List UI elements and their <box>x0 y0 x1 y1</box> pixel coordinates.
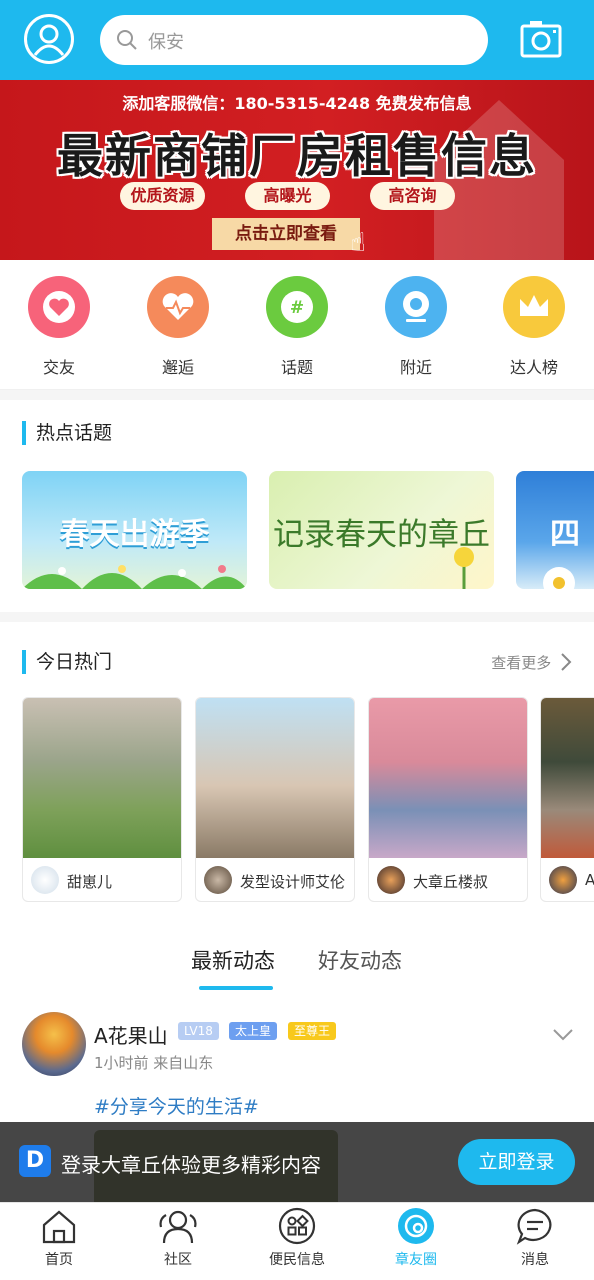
nav-zhangyou-circle[interactable]: 章友圈 <box>361 1207 471 1279</box>
grid-icon <box>278 1207 316 1245</box>
see-more-link[interactable]: 查看更多 <box>491 652 572 673</box>
category-row: 交友 邂逅 # 话题 附近 达人榜 <box>0 262 594 390</box>
category-making-friends[interactable]: 交友 <box>9 276 109 386</box>
user-photo <box>541 698 594 858</box>
category-nearby[interactable]: 附近 <box>366 276 466 386</box>
camera-button[interactable] <box>520 20 562 60</box>
hot-user-card[interactable]: 发型设计师艾伦 <box>195 697 355 902</box>
section-divider <box>0 390 594 400</box>
topic-card[interactable]: 春天出游季 <box>22 471 247 589</box>
chevron-right-icon <box>561 653 572 671</box>
banner-tag: 优质资源 <box>120 182 205 210</box>
nav-label: 社区 <box>164 1252 192 1268</box>
login-button[interactable]: 立即登录 <box>458 1139 575 1185</box>
category-label: 附近 <box>399 358 432 377</box>
user-photo <box>196 698 354 858</box>
level-badge: LV18 <box>178 1022 219 1040</box>
banner-tag: 高曝光 <box>245 182 330 210</box>
today-hot-title: 今日热门 <box>22 650 112 674</box>
topic-card[interactable]: 四 <box>516 471 594 589</box>
nav-label: 消息 <box>521 1252 549 1268</box>
hashtag-icon: # <box>266 276 328 338</box>
user-avatar <box>204 866 232 894</box>
category-label: 交友 <box>42 358 75 377</box>
category-label: 达人榜 <box>509 358 558 377</box>
login-prompt-bar: D 登录大章丘体验更多精彩内容 立即登录 <box>0 1122 594 1202</box>
post-meta: 1小时前 来自山东 <box>94 1054 214 1072</box>
community-icon <box>159 1210 197 1244</box>
crown-icon <box>503 276 565 338</box>
tab-friends[interactable]: 好友动态 <box>318 945 402 975</box>
banner-cta-button[interactable]: 点击立即查看 <box>212 218 360 250</box>
topic-card-title: 记录春天的章丘 <box>273 517 490 553</box>
home-icon <box>42 1210 76 1244</box>
user-name: 发型设计师艾伦 <box>240 873 346 891</box>
nav-community[interactable]: 社区 <box>123 1207 233 1279</box>
tab-latest[interactable]: 最新动态 <box>191 945 275 975</box>
banner-title: 最新商铺厂房租售信息 <box>57 129 537 183</box>
hot-topics-title: 热点话题 <box>22 421 112 445</box>
hot-user-card[interactable]: A <box>540 697 594 902</box>
search-bar[interactable]: 保安 <box>100 15 488 65</box>
nav-label: 章友圈 <box>395 1252 437 1268</box>
nav-messages[interactable]: 消息 <box>480 1207 590 1279</box>
title-badge: 太上皇 <box>229 1022 278 1040</box>
user-avatar <box>31 866 59 894</box>
rank-badge: 至尊王 <box>288 1022 337 1040</box>
topic-card-title: 四 <box>550 517 580 552</box>
banner-contact-line: 添加客服微信：180-5315-4248 免费发布信息 <box>122 94 472 113</box>
promo-banner[interactable]: 添加客服微信：180-5315-4248 免费发布信息 最新商铺厂房租售信息 优… <box>0 80 594 260</box>
app-logo: D <box>19 1145 51 1177</box>
search-icon <box>117 30 137 50</box>
svg-text:#: # <box>290 298 304 318</box>
category-topics[interactable]: # 话题 <box>247 276 347 386</box>
circle-icon <box>398 1208 434 1244</box>
user-avatar <box>377 866 405 894</box>
topic-card[interactable]: 记录春天的章丘 <box>269 471 494 589</box>
banner-tags: 优质资源 高曝光 高咨询 <box>120 182 460 212</box>
hand-pointer-icon: ☝ <box>350 228 366 258</box>
top-header: 保安 <box>0 0 594 80</box>
user-name: 大章丘楼叔 <box>413 873 489 891</box>
user-icon <box>33 24 65 56</box>
user-avatar-button[interactable] <box>24 14 74 64</box>
user-name: A <box>585 871 594 889</box>
category-label: 话题 <box>280 358 313 377</box>
post-author-name[interactable]: A花果山 <box>94 1020 168 1049</box>
user-photo <box>23 698 181 858</box>
flowers-decoration <box>22 565 247 589</box>
nav-label: 便民信息 <box>269 1252 325 1268</box>
camera-icon <box>520 21 562 58</box>
bottom-nav: 首页 社区 便民信息 章友圈 消息 <box>0 1202 594 1280</box>
message-icon <box>516 1208 552 1245</box>
post-hashtag[interactable]: #分享今天的生活# <box>94 1092 259 1119</box>
heartbeat-icon <box>147 276 209 338</box>
user-avatar <box>549 866 577 894</box>
topic-card-title: 春天出游季 <box>59 517 210 552</box>
login-prompt-text: 登录大章丘体验更多精彩内容 <box>61 1153 321 1177</box>
section-divider <box>0 612 594 622</box>
user-name: 甜崽儿 <box>67 873 113 891</box>
category-encounter[interactable]: 邂逅 <box>128 276 228 386</box>
daisy-decoration <box>543 567 575 589</box>
nav-label: 首页 <box>45 1252 73 1268</box>
banner-tag: 高咨询 <box>370 182 455 210</box>
category-label: 邂逅 <box>161 358 194 377</box>
nav-services[interactable]: 便民信息 <box>242 1207 352 1279</box>
search-placeholder: 保安 <box>148 32 184 53</box>
heart-icon <box>28 276 90 338</box>
category-leaderboard[interactable]: 达人榜 <box>484 276 584 386</box>
location-icon <box>385 276 447 338</box>
nav-home[interactable]: 首页 <box>4 1207 114 1279</box>
post-author-avatar[interactable] <box>22 1012 86 1076</box>
active-tab-indicator <box>199 986 273 990</box>
hot-user-card[interactable]: 甜崽儿 <box>22 697 182 902</box>
user-photo <box>369 698 527 858</box>
see-more-label: 查看更多 <box>491 654 552 672</box>
hot-user-card[interactable]: 大章丘楼叔 <box>368 697 528 902</box>
chevron-down-icon[interactable] <box>552 1028 574 1042</box>
